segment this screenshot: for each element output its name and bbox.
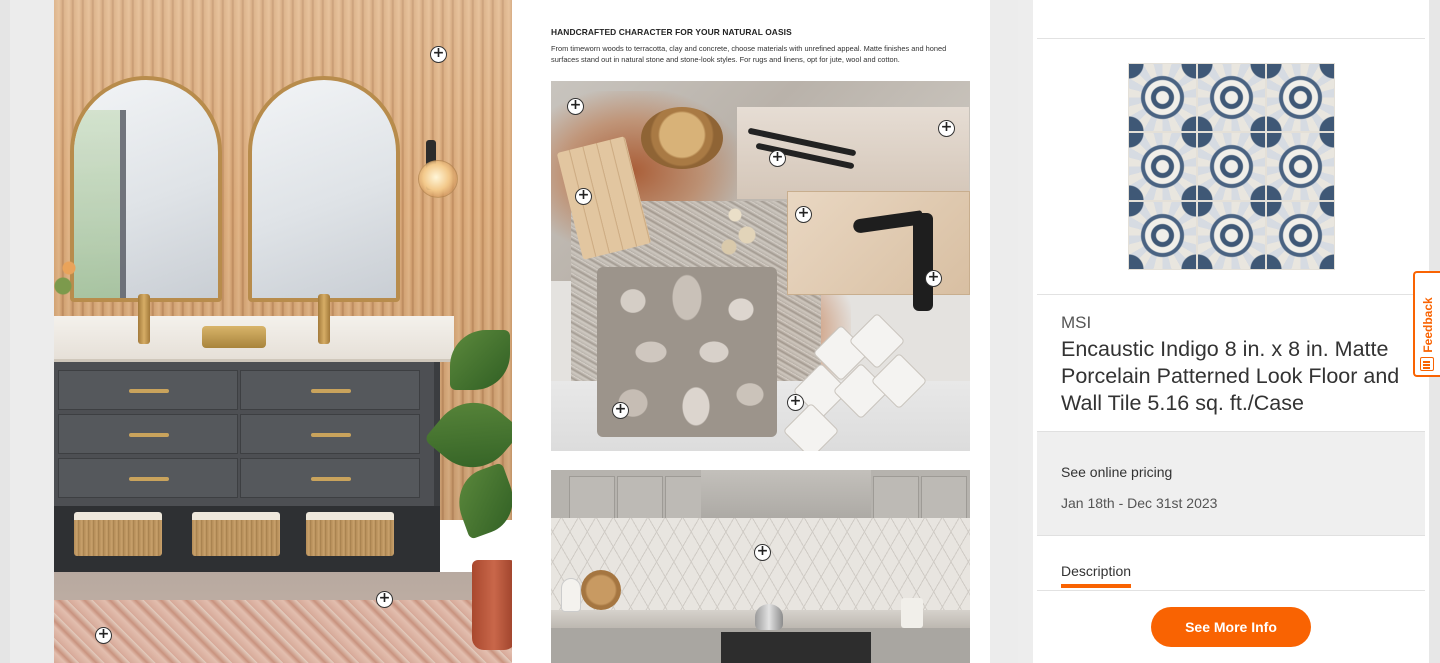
hotspot-plus-icon[interactable]: + (430, 46, 447, 63)
brass-tray (202, 326, 266, 348)
vanity-drawer (240, 370, 420, 410)
feedback-label: Feedback (1421, 297, 1435, 353)
brass-faucet-right (318, 294, 330, 344)
wooden-bowl-with-sponge (641, 107, 723, 169)
product-title: Encaustic Indigo 8 in. x 8 in. Matte Por… (1061, 337, 1400, 415)
white-vase (561, 578, 581, 612)
area-rug (54, 600, 512, 663)
hotspot-plus-icon[interactable]: + (612, 402, 629, 419)
arched-mirror-right (248, 76, 400, 302)
terracotta-pot (472, 560, 512, 650)
hotspot-plus-icon[interactable]: + (754, 544, 771, 561)
hotspot-plus-icon[interactable]: + (925, 270, 942, 287)
feedback-form-icon (1420, 357, 1434, 371)
gas-cooktop (721, 632, 871, 663)
kitchen-photo: + (551, 470, 970, 663)
utensil-holder (901, 598, 923, 628)
hotspot-plus-icon[interactable]: + (376, 591, 393, 608)
vanity-drawer (58, 458, 238, 498)
offer-dates: Jan 18th - Dec 31st 2023 (1061, 495, 1218, 511)
divider (1037, 38, 1425, 39)
wood-board (581, 570, 621, 610)
feedback-tab[interactable]: Feedback (1413, 271, 1440, 377)
hotspot-plus-icon[interactable]: + (95, 627, 112, 644)
black-faucet-body (913, 213, 933, 311)
sconce-globe (418, 160, 458, 198)
hotspot-plus-icon[interactable]: + (795, 206, 812, 223)
divider (1037, 590, 1425, 591)
wood-look-tile-sample (787, 191, 970, 295)
hotspot-plus-icon[interactable]: + (769, 150, 786, 167)
hotspot-plus-icon[interactable]: + (938, 120, 955, 137)
brass-faucet-left (138, 294, 150, 344)
divider (1037, 294, 1425, 295)
vanity-drawer (58, 370, 238, 410)
tab-description[interactable]: Description (1061, 563, 1132, 588)
product-image[interactable] (1128, 63, 1335, 270)
left-gutter (0, 0, 10, 663)
see-more-info-button[interactable]: See More Info (1151, 607, 1311, 647)
pricing-text: See online pricing (1061, 464, 1173, 480)
bathroom-photo: + + + (54, 0, 512, 663)
hotspot-plus-icon[interactable]: + (787, 394, 804, 411)
vanity-drawer (240, 414, 420, 454)
flower-vase (54, 250, 84, 310)
woven-basket (192, 512, 280, 556)
tea-kettle (755, 604, 783, 630)
flyer-page-natural-oasis: HANDCRAFTED CHARACTER FOR YOUR NATURAL O… (512, 0, 990, 663)
vanity-drawer (58, 414, 238, 454)
woven-basket (306, 512, 394, 556)
hotspot-plus-icon[interactable]: + (567, 98, 584, 115)
dried-flowers (711, 191, 771, 271)
flyer-page-bathroom: + + + (54, 0, 512, 663)
arched-mirror-left (70, 76, 222, 302)
pricing-box: See online pricing Jan 18th - Dec 31st 2… (1037, 431, 1425, 536)
product-tabs: Description (1061, 563, 1132, 588)
page: + + + HANDCRAFTED CHARACTER FOR YOUR NAT… (0, 0, 1440, 663)
range-hood (701, 470, 871, 518)
vanity-drawer (240, 458, 420, 498)
product-brand: MSI (1061, 313, 1092, 332)
product-detail-panel: MSI Encaustic Indigo 8 in. x 8 in. Matte… (1033, 0, 1429, 663)
flyer-body-copy: From timeworn woods to terracotta, clay … (551, 44, 947, 64)
flyer-headline: HANDCRAFTED CHARACTER FOR YOUR NATURAL O… (551, 27, 792, 37)
flyer-viewer[interactable]: + + + HANDCRAFTED CHARACTER FOR YOUR NAT… (10, 0, 1018, 663)
materials-moodboard-photo: + + + + + + + + (551, 81, 970, 451)
hotspot-plus-icon[interactable]: + (575, 188, 592, 205)
woven-basket (74, 512, 162, 556)
vanity-cabinet (54, 362, 440, 506)
